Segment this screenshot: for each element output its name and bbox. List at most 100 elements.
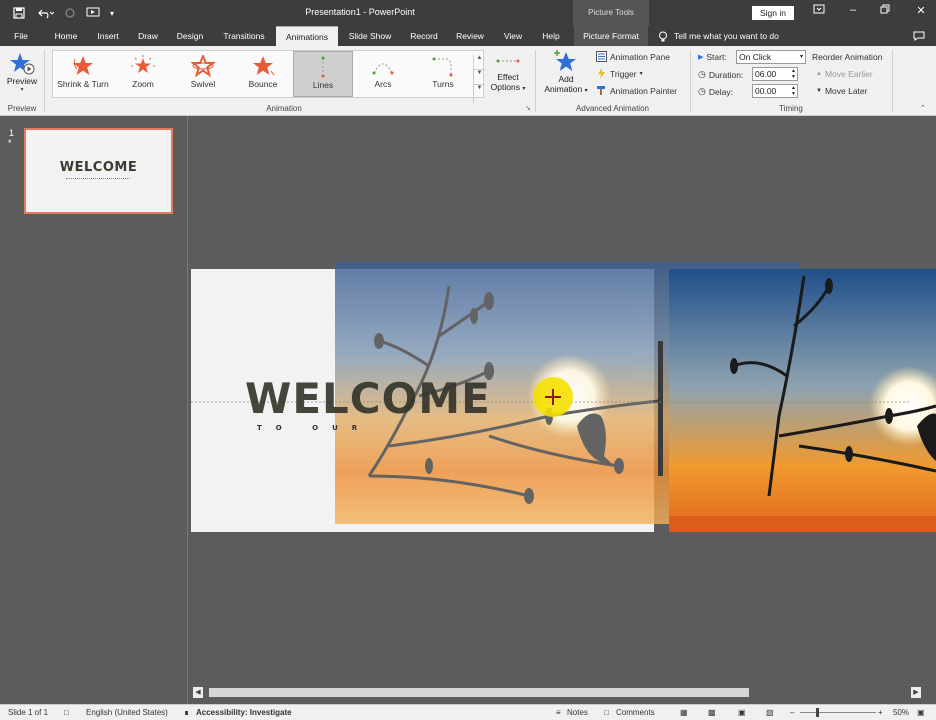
scroll-right-icon[interactable]: ▶ [911, 687, 921, 698]
separator [690, 50, 691, 112]
undo-icon[interactable] [34, 4, 58, 22]
animation-swivel[interactable]: Swivel [173, 51, 233, 97]
slide-thumbnails-pane: 1 * WELCOME [0, 116, 188, 704]
tab-slide-show[interactable]: Slide Show [342, 26, 398, 46]
horizontal-scrollbar[interactable]: ◀ ▶ [189, 686, 925, 699]
gallery-more-icon[interactable]: ▼ [474, 85, 485, 100]
accessibility-icon: ∎ [184, 708, 190, 717]
slide-editing-canvas[interactable]: WELCOME TO OUR [189, 116, 936, 686]
tab-help[interactable]: Help [534, 26, 568, 46]
slide-number: 1 [9, 128, 15, 138]
clock-icon: ◷ [698, 69, 706, 79]
ribbon-display-options-icon[interactable] [808, 4, 830, 20]
normal-view-icon[interactable]: ▦ [680, 708, 688, 717]
fit-slide-icon[interactable]: ▣ [917, 708, 925, 717]
tab-picture-format[interactable]: Picture Format [574, 26, 648, 46]
duration-label: Duration: [708, 69, 744, 80]
move-earlier-button[interactable]: ▲ Move Earlier [816, 69, 873, 79]
play-icon: ▶ [698, 54, 704, 61]
gallery-up-icon[interactable]: ▲ [474, 55, 485, 70]
chevron-down-icon: ▾ [639, 71, 643, 77]
animation-label: Arcs [374, 79, 392, 89]
scroll-left-icon[interactable]: ◀ [193, 687, 203, 698]
spinner-icon[interactable]: ▲ ▼ [791, 68, 796, 80]
sign-in-button[interactable]: Sign in [752, 6, 794, 20]
add-animation-label-2: Animation [544, 84, 583, 94]
slideshow-view-icon[interactable]: ▧ [766, 708, 774, 717]
tab-draw[interactable]: Draw [132, 26, 164, 46]
trigger-button[interactable]: Trigger ▾ [596, 68, 643, 79]
close-icon[interactable]: ✕ [910, 4, 932, 20]
animation-arcs[interactable]: Arcs [353, 51, 413, 97]
tab-animations[interactable]: Animations [276, 26, 338, 46]
trigger-label: Trigger [610, 68, 637, 79]
tab-insert[interactable]: Insert [90, 26, 126, 46]
slide-sorter-icon[interactable]: ▩ [708, 708, 716, 717]
restore-icon[interactable] [874, 4, 896, 20]
slide-thumbnail[interactable]: WELCOME [24, 128, 173, 214]
accessibility-status[interactable]: Accessibility: Investigate [196, 708, 292, 717]
tell-me-search[interactable]: Tell me what you want to do [658, 26, 798, 46]
preview-star-icon [10, 53, 35, 75]
spinner-icon[interactable]: ▲ ▼ [791, 85, 796, 97]
slide-counter: Slide 1 of 1 [8, 708, 49, 717]
animation-zoom[interactable]: Zoom [113, 51, 173, 97]
animation-bounce[interactable]: Bounce [233, 51, 293, 97]
animation-turns[interactable]: Turns [413, 51, 473, 97]
tab-transitions[interactable]: Transitions [216, 26, 272, 46]
tell-me-text: Tell me what you want to do [674, 31, 779, 41]
comments-icon[interactable] [910, 26, 928, 46]
zoom-slider-handle[interactable] [816, 708, 819, 717]
tab-design[interactable]: Design [170, 26, 210, 46]
slide-title[interactable]: WELCOME [245, 374, 491, 423]
gallery-scroll[interactable]: ▲ ▼ ▼ [473, 55, 485, 103]
animation-label: Turns [432, 79, 454, 89]
tab-view[interactable]: View [496, 26, 530, 46]
reading-view-icon[interactable]: ▣ [738, 708, 746, 717]
zoom-level[interactable]: 50% [893, 708, 909, 717]
collapse-ribbon-icon[interactable]: ⌃ [920, 104, 926, 112]
notes-button[interactable]: Notes [567, 708, 588, 717]
scrollbar-thumb[interactable] [209, 688, 749, 697]
customize-qat-icon[interactable]: ▾ [106, 4, 118, 22]
zoom-slider[interactable] [800, 708, 876, 717]
comments-button[interactable]: Comments [616, 708, 655, 717]
language[interactable]: English (United States) [86, 708, 168, 717]
animation-label: Bounce [248, 79, 278, 89]
preview-dropdown-icon[interactable]: ▾ [4, 86, 40, 93]
animation-pane-button[interactable]: Animation Pane [596, 51, 670, 62]
paintbrush-icon [597, 86, 605, 95]
save-icon[interactable] [8, 4, 30, 22]
animation-painter-button[interactable]: Animation Painter [596, 85, 677, 96]
tab-file[interactable]: File [6, 26, 36, 46]
start-from-beginning-icon[interactable] [84, 4, 102, 22]
preview-button[interactable]: Preview ▾ [4, 50, 40, 100]
delay-label: Delay: [708, 86, 733, 97]
tab-review[interactable]: Review [450, 26, 490, 46]
tab-home[interactable]: Home [48, 26, 84, 46]
minimize-icon[interactable]: – [842, 4, 864, 20]
gallery-down-icon[interactable]: ▼ [474, 70, 485, 85]
spellcheck-icon[interactable]: □ [64, 708, 69, 717]
tab-record[interactable]: Record [404, 26, 444, 46]
duration-input[interactable]: 06.00 ▲ ▼ [752, 67, 798, 81]
delay-input[interactable]: 00.00 ▲ ▼ [752, 84, 798, 98]
group-label-animation: Animation [266, 104, 302, 113]
add-animation-button[interactable]: Add Animation ▾ [540, 50, 592, 102]
animation-lines[interactable]: Lines [293, 51, 353, 97]
move-earlier-label: Move Earlier [824, 69, 873, 79]
start-select[interactable]: On Click ▾ [736, 50, 806, 64]
dialog-launcher-icon[interactable]: ↘ [525, 104, 531, 112]
effect-options-button[interactable]: Effect Options ▾ [486, 52, 530, 100]
zoom-out-icon[interactable]: – [790, 708, 794, 717]
delay-label-row: ◷ Delay: [698, 86, 733, 97]
redo-icon[interactable] [62, 4, 78, 22]
effect-options-label-1: Effect [497, 72, 519, 82]
animation-shrink-turn[interactable]: Shrink & Turn [53, 51, 113, 97]
lightning-icon [598, 68, 605, 79]
slide-subtitle[interactable]: TO OUR [257, 424, 371, 432]
move-later-button[interactable]: ▼ Move Later [816, 86, 867, 96]
ribbon-tabs: File Home Insert Draw Design Transitions… [0, 26, 936, 46]
zoom-in-icon[interactable]: + [878, 708, 883, 717]
chevron-down-icon[interactable]: ▾ [800, 51, 803, 63]
